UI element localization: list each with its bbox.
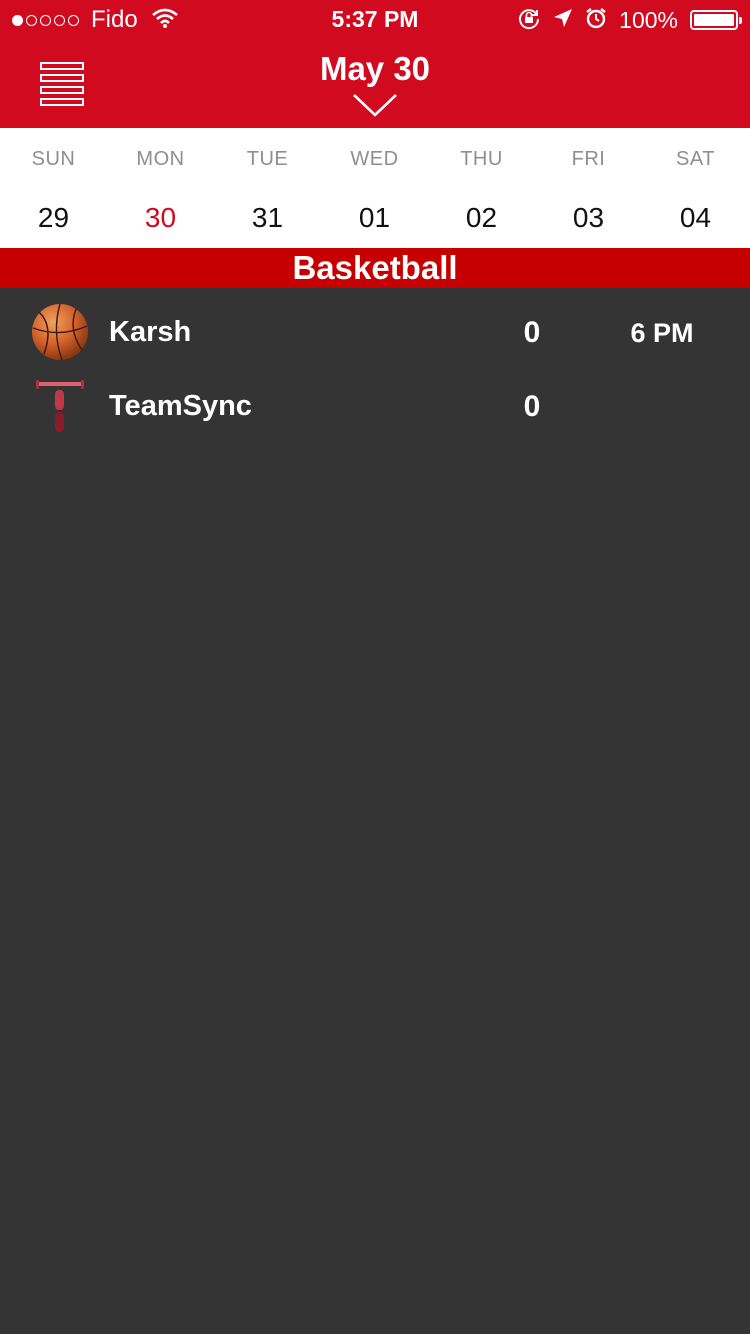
day-number: 02: [465, 202, 498, 233]
status-right: 100%: [517, 6, 742, 35]
day-name: FRI: [571, 148, 606, 170]
section-header: Basketball: [0, 248, 750, 288]
alarm-icon: [585, 7, 607, 34]
day-number: 29: [37, 202, 70, 233]
status-bar: Fido 5:37 PM 100%: [0, 0, 750, 40]
basketball-icon: [30, 302, 90, 362]
location-arrow-icon: [553, 8, 573, 33]
battery-percent: 100%: [619, 6, 678, 33]
day-number: 04: [679, 202, 712, 233]
page-title[interactable]: May 30: [0, 50, 750, 88]
team-name: TeamSync: [109, 390, 252, 422]
game-row-away[interactable]: TeamSync 0: [0, 370, 750, 442]
rotation-lock-icon: [517, 6, 541, 35]
game-row-home[interactable]: Karsh 0 6 PM: [0, 296, 750, 368]
week-strip: SUN 29 MON 30 TUE 31 WED 01 THU 02 FRI 0…: [0, 128, 750, 248]
day-sun[interactable]: SUN 29: [0, 128, 107, 248]
day-number: 03: [572, 202, 605, 233]
game-time: 6 PM: [630, 318, 694, 348]
day-name: SAT: [676, 148, 715, 170]
teamsync-logo-icon: [30, 376, 90, 436]
team-score: 0: [523, 316, 541, 349]
day-number: 01: [358, 202, 391, 233]
day-wed[interactable]: WED 01: [321, 128, 428, 248]
nav-bar: May 30: [0, 40, 750, 128]
day-name: SUN: [31, 148, 76, 170]
day-number: 30: [144, 202, 177, 233]
day-thu[interactable]: THU 02: [428, 128, 535, 248]
day-name: MON: [136, 148, 185, 170]
chevron-down-icon[interactable]: [352, 92, 398, 118]
day-name: THU: [460, 148, 503, 170]
day-sat[interactable]: SAT 04: [642, 128, 749, 248]
day-name: TUE: [246, 148, 289, 170]
day-mon[interactable]: MON 30: [107, 128, 214, 248]
team-score: 0: [523, 390, 541, 423]
day-tue[interactable]: TUE 31: [214, 128, 321, 248]
team-name: Karsh: [109, 316, 192, 348]
battery-icon: [690, 10, 742, 30]
day-name: WED: [350, 148, 399, 170]
day-number: 31: [251, 202, 284, 233]
day-fri[interactable]: FRI 03: [535, 128, 642, 248]
